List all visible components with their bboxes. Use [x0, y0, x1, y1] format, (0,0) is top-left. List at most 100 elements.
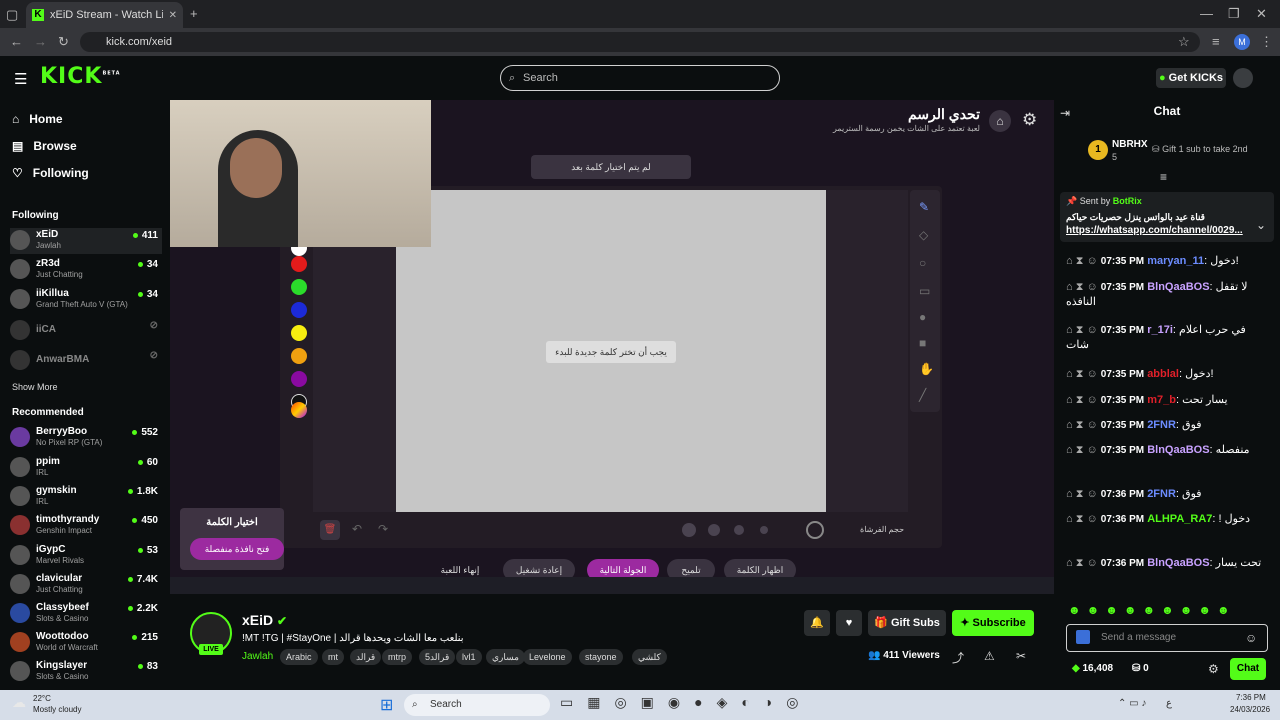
minimize-icon[interactable]: —	[1200, 6, 1213, 21]
tag[interactable]: stayone	[579, 649, 623, 665]
rectangle-icon[interactable]: ▭	[919, 284, 930, 298]
expand-gifters-icon[interactable]: ≡	[1160, 170, 1167, 184]
fill-icon[interactable]: ●	[919, 310, 926, 324]
channel-points[interactable]: ◆ 16,408	[1072, 663, 1113, 674]
top-gifter-name[interactable]: NBRHX	[1112, 139, 1148, 150]
eraser-icon[interactable]: ◇	[919, 228, 928, 242]
color-swatch-blue[interactable]	[291, 302, 307, 318]
recommended-channel[interactable]: clavicular Just Chatting 7.4K	[10, 572, 162, 598]
recommended-channel[interactable]: Classybeef Slots & Casino 2.2K	[10, 601, 162, 627]
color-swatch-green[interactable]	[291, 279, 307, 295]
recommended-channel[interactable]: timothyrandy Genshin Impact 450	[10, 513, 162, 539]
tag[interactable]: Arabic	[280, 649, 318, 665]
tag[interactable]: Levelone	[523, 649, 572, 665]
recommended-channel[interactable]: Woottodoo World of Warcraft 215	[10, 630, 162, 656]
notification-bell-icon[interactable]: 🔔	[804, 610, 830, 636]
reload-icon[interactable]: ↻	[58, 34, 69, 50]
tag[interactable]: mt	[322, 649, 344, 665]
category-link[interactable]: Jawlah	[242, 651, 273, 662]
user-avatar[interactable]	[1233, 68, 1253, 88]
recommended-channel[interactable]: Kingslayer Slots & Casino 83	[10, 659, 162, 685]
nav-home[interactable]: ⌂ Home	[12, 112, 63, 126]
brush-size-selected[interactable]	[806, 521, 824, 539]
search-input[interactable]: ⌕ Search	[500, 65, 780, 91]
reading-list-icon[interactable]: ≡	[1212, 34, 1220, 49]
kick-logo[interactable]: KICKBETA	[40, 64, 121, 89]
brush-size-4[interactable]	[760, 526, 768, 534]
browser-tab[interactable]: K xEiD Stream - Watch Live o ✕	[26, 2, 183, 28]
recommended-channel[interactable]: gymskin IRL 1.8K	[10, 484, 162, 510]
following-channel[interactable]: iiCA ⊘	[10, 318, 162, 344]
hamburger-menu-icon[interactable]: ☰	[14, 70, 27, 88]
circle-icon[interactable]: ○	[919, 256, 926, 270]
gear-icon[interactable]: ⚙	[1022, 110, 1037, 130]
share-icon[interactable]: ⤴	[952, 649, 964, 666]
clock-date[interactable]: 24/03/2026	[1230, 705, 1270, 714]
color-picker-icon[interactable]	[291, 402, 307, 418]
new-tab-icon[interactable]: +	[190, 6, 198, 21]
chat-input[interactable]: Send a message	[1066, 624, 1268, 652]
url-field[interactable]: kick.com/xeid	[80, 32, 1200, 52]
clock-time[interactable]: 7:36 PM	[1236, 693, 1266, 702]
windows-start-icon[interactable]: ⊞	[380, 695, 393, 715]
input-language[interactable]: ع	[1166, 698, 1172, 709]
color-swatch-red[interactable]	[291, 256, 307, 272]
pinned-link[interactable]: https://whatsapp.com/channel/0029...	[1066, 225, 1243, 236]
line-icon[interactable]: ╱	[919, 388, 926, 402]
nav-browse[interactable]: ▤ Browse	[12, 139, 77, 153]
emoji-icon[interactable]: ☺	[1245, 631, 1257, 645]
channel-name[interactable]: xEiD ✔	[242, 612, 287, 628]
tag[interactable]: lvl1	[456, 649, 482, 665]
get-kicks-button[interactable]: ● Get KICKs	[1156, 68, 1226, 88]
gift-cta[interactable]: ⛁ Gift 1 sub to take 2nd	[1152, 144, 1248, 155]
gift-subs-button[interactable]: 🎁 Gift Subs	[868, 610, 946, 636]
system-tray[interactable]: ⌃ ▭ ♪	[1118, 698, 1146, 709]
weather-temp[interactable]: 22°C	[33, 694, 51, 703]
weather-desc[interactable]: Mostly cloudy	[33, 705, 81, 714]
close-window-icon[interactable]: ✕	[1256, 6, 1267, 22]
subscribe-button[interactable]: ✦ Subscribe	[952, 610, 1034, 636]
following-channel[interactable]: AnwarBMA ⊘	[10, 348, 162, 374]
chat-settings-icon[interactable]: ⚙	[1208, 662, 1219, 676]
clip-icon[interactable]: ✂	[1016, 649, 1026, 663]
pencil-icon[interactable]: ✎	[919, 200, 929, 214]
maximize-icon[interactable]: ❐	[1228, 6, 1240, 22]
profile-avatar[interactable]: M	[1234, 34, 1250, 50]
bookmark-star-icon[interactable]: ☆	[1178, 34, 1190, 50]
color-swatch-purple[interactable]	[291, 371, 307, 387]
square-icon[interactable]: ■	[919, 336, 926, 350]
pinned-message[interactable]: 📌 Sent by BotRix قناة عيد بالواتس ينزل ح…	[1060, 192, 1274, 242]
show-more-link[interactable]: Show More	[12, 382, 58, 392]
tag[interactable]: 5قرالد	[419, 649, 456, 665]
chevron-down-icon[interactable]: ⌄	[1256, 218, 1266, 232]
home-game-icon[interactable]: ⌂	[989, 110, 1011, 132]
recommended-channel[interactable]: BerryyBoo No Pixel RP (GTA) 552	[10, 425, 162, 451]
tag[interactable]: مساري	[486, 649, 525, 665]
send-chat-button[interactable]: Chat	[1230, 658, 1266, 680]
tab-list-icon[interactable]: ▢	[6, 7, 18, 23]
kicks-balance[interactable]: ⛁ 0	[1132, 663, 1149, 674]
brush-size-2[interactable]	[708, 524, 720, 536]
windows-search[interactable]: ⌕ Search	[404, 694, 550, 716]
open-separate-window-button[interactable]: فتح نافذة منفصلة	[190, 538, 284, 560]
brush-size-3[interactable]	[734, 525, 744, 535]
brush-size-1[interactable]	[682, 523, 696, 537]
tag[interactable]: قرالد	[350, 649, 382, 665]
trash-icon[interactable]: 🗑	[320, 520, 340, 540]
tag[interactable]: mtrp	[382, 649, 412, 665]
color-swatch-yellow[interactable]	[291, 325, 307, 341]
pinned-apps[interactable]: ▭▦◎▣◉●◈◐◑◎	[560, 694, 812, 711]
redo-icon[interactable]: ↷	[378, 522, 388, 536]
undo-icon[interactable]: ↶	[352, 522, 362, 536]
close-tab-icon[interactable]: ✕	[169, 10, 177, 21]
back-icon[interactable]: ←	[10, 34, 23, 49]
recommended-channel[interactable]: iGypC Marvel Rivals 53	[10, 543, 162, 569]
recommended-channel[interactable]: ppim IRL 60	[10, 455, 162, 481]
following-channel[interactable]: iiKillua Grand Theft Auto V (GTA) 34	[10, 287, 162, 313]
follow-heart-icon[interactable]: ♥	[836, 610, 862, 636]
tag[interactable]: كلشي	[632, 649, 667, 665]
emote-bar[interactable]: ☻☻☻☻☻☻☻☻☻	[1068, 603, 1264, 619]
following-channel[interactable]: xEiD Jawlah 411	[10, 228, 162, 254]
nav-following[interactable]: ♡ Following	[12, 166, 89, 180]
forward-icon[interactable]: →	[34, 34, 47, 49]
